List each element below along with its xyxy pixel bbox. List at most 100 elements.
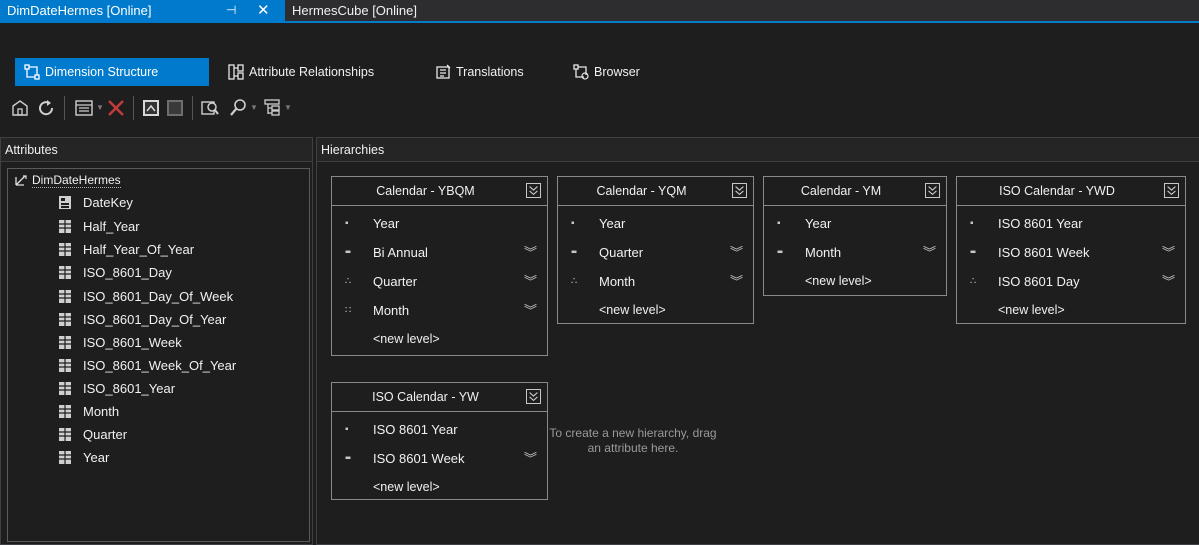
find-icon[interactable] [228, 98, 248, 118]
dimension-name: DimDateHermes [32, 173, 121, 188]
level-expand-icon[interactable]: ︾ [730, 238, 743, 267]
attribute-item[interactable]: ISO_8601_Week [58, 331, 182, 354]
level-icon: ▪▪ [970, 247, 976, 258]
explore-data-icon[interactable] [200, 98, 220, 118]
new-level[interactable]: <new level> [332, 473, 547, 502]
new-level-label: <new level> [998, 303, 1065, 317]
attribute-item[interactable]: Year [58, 446, 109, 469]
new-level[interactable]: <new level> [957, 296, 1185, 325]
hierarchy-card[interactable]: ISO Calendar - YWD ▪ ISO 8601 Year ▪▪ ISO 86… [956, 176, 1186, 324]
close-icon[interactable]: ✕ [257, 0, 270, 21]
pin-icon[interactable]: ⊣ [226, 0, 236, 21]
find-dropdown-icon[interactable]: ▼ [250, 103, 258, 112]
hierarchy-level[interactable]: ▪▪ ISO 8601 Week ︾ [957, 238, 1185, 267]
translations-icon [436, 64, 451, 79]
attribute-item[interactable]: ISO_8601_Year [58, 377, 175, 400]
hierarchy-level[interactable]: ▪▪ Month ︾ [764, 238, 946, 267]
level-expand-icon[interactable]: ︾ [1162, 267, 1175, 296]
hierarchy-header[interactable]: Calendar - YBQM [332, 177, 547, 206]
show-table-icon[interactable] [74, 98, 94, 118]
collapse-icon[interactable] [526, 183, 541, 198]
doc-tab-hermescube[interactable]: HermesCube [Online] [285, 0, 485, 21]
level-name: Quarter [373, 274, 418, 289]
tab-label: Dimension Structure [45, 65, 159, 79]
hierarchy-level[interactable]: ▪ Year [558, 209, 753, 238]
hierarchy-level[interactable]: ▪ ISO 8601 Year [332, 415, 547, 444]
show-table-dropdown-icon[interactable]: ▼ [96, 103, 104, 112]
level-name: Bi Annual [373, 245, 428, 260]
attribute-item[interactable]: Month [58, 400, 119, 423]
attribute-item[interactable]: Quarter [58, 423, 127, 446]
new-level[interactable]: <new level> [558, 296, 753, 325]
level-icon: ▪▪ [345, 247, 351, 258]
hierarchy-level[interactable]: ▪▪ Bi Annual ︾ [332, 238, 547, 267]
attribute-item[interactable]: DateKey [58, 191, 133, 214]
level-name: Month [805, 245, 842, 260]
level-expand-icon[interactable]: ︾ [1162, 238, 1175, 267]
attribute-item[interactable]: Half_Year_Of_Year [58, 238, 194, 261]
hierarchy-header[interactable]: ISO Calendar - YW [332, 383, 547, 412]
tab-attribute-relationships[interactable]: Attribute Relationships [219, 58, 426, 86]
hierarchy-level[interactable]: ▪▪ ISO 8601 Week ︾ [332, 444, 547, 473]
hierarchy-card[interactable]: Calendar - YQM ▪ Year ▪▪ Quarter ︾ ∴ Month ︾ <new… [557, 176, 754, 324]
delete-icon[interactable] [106, 98, 126, 118]
hierarchy-title: ISO Calendar - YW [372, 390, 479, 404]
attribute-item[interactable]: ISO_8601_Day_Of_Year [58, 308, 226, 331]
tab-translations[interactable]: Translations [426, 58, 560, 86]
document-tab-strip: DimDateHermes [Online] ⊣ ✕ HermesCube [O… [0, 0, 1199, 23]
attribute-item[interactable]: ISO_8601_Day_Of_Week [58, 285, 233, 308]
hierarchy-header[interactable]: Calendar - YQM [558, 177, 753, 206]
attribute-item[interactable]: ISO_8601_Week_Of_Year [58, 354, 236, 377]
dimension-root[interactable]: DimDateHermes [12, 171, 121, 189]
attribute-icon [59, 336, 71, 349]
tree-view-icon[interactable] [262, 98, 282, 118]
level-icon: ▪ [345, 424, 348, 435]
hierarchy-level[interactable]: ▪▪ Quarter ︾ [558, 238, 753, 267]
doc-tab-dimdatehermes[interactable]: DimDateHermes [Online] ⊣ ✕ [0, 0, 285, 21]
hierarchy-header[interactable]: Calendar - YM [764, 177, 946, 206]
new-level[interactable]: <new level> [332, 325, 547, 354]
hierarchy-card[interactable]: ISO Calendar - YW ▪ ISO 8601 Year ▪▪ ISO 860… [331, 382, 548, 500]
collapse-icon[interactable] [732, 183, 747, 198]
level-expand-icon[interactable]: ︾ [524, 238, 537, 267]
hierarchy-level[interactable]: ▪ Year [764, 209, 946, 238]
level-icon: ▪ [571, 218, 574, 229]
level-expand-icon[interactable]: ︾ [730, 267, 743, 296]
hierarchy-level[interactable]: ∷ Month ︾ [332, 296, 547, 325]
attribute-grid-icon[interactable] [141, 98, 161, 118]
hierarchy-level[interactable]: ∴ ISO 8601 Day ︾ [957, 267, 1185, 296]
collapse-icon[interactable] [526, 389, 541, 404]
collapse-icon[interactable] [925, 183, 940, 198]
new-level[interactable]: <new level> [764, 267, 946, 296]
doc-tab-label: DimDateHermes [Online] [7, 3, 152, 18]
tree-view-dropdown-icon[interactable]: ▼ [284, 103, 292, 112]
attribute-name: DateKey [83, 195, 133, 210]
level-expand-icon[interactable]: ︾ [524, 444, 537, 473]
hierarchy-header[interactable]: ISO Calendar - YWD [957, 177, 1185, 206]
tab-dimension-structure[interactable]: Dimension Structure [15, 58, 209, 86]
tab-browser[interactable]: Browser [564, 58, 674, 86]
attribute-item[interactable]: Half_Year [58, 215, 140, 238]
process-icon[interactable] [10, 98, 30, 118]
attributes-tree[interactable]: DimDateHermes DateKey Half_Year Half_Year_… [7, 168, 310, 542]
hierarchy-level[interactable]: ∴ Month ︾ [558, 267, 753, 296]
level-expand-icon[interactable]: ︾ [524, 296, 537, 325]
doc-tab-label: HermesCube [Online] [292, 3, 417, 18]
collapse-icon[interactable] [1164, 183, 1179, 198]
hide-table-icon[interactable] [165, 98, 185, 118]
level-icon: ▪▪ [571, 247, 577, 258]
hierarchy-card[interactable]: Calendar - YBQM ▪ Year ▪▪ Bi Annual ︾ ∴ Quarter… [331, 176, 548, 356]
level-expand-icon[interactable]: ︾ [524, 267, 537, 296]
level-expand-icon[interactable]: ︾ [923, 238, 936, 267]
hierarchy-level[interactable]: ∴ Quarter ︾ [332, 267, 547, 296]
attribute-item[interactable]: ISO_8601_Day [58, 261, 172, 284]
attribute-name: ISO_8601_Week [83, 335, 182, 350]
attributes-panel: Attributes DimDateHermes DateKey Half_Yea… [0, 137, 313, 545]
toolbar-separator [64, 96, 65, 120]
hierarchy-card[interactable]: Calendar - YM ▪ Year ▪▪ Month ︾ <new level> [763, 176, 947, 296]
hierarchy-level[interactable]: ▪ ISO 8601 Year [957, 209, 1185, 238]
refresh-icon[interactable] [36, 98, 56, 118]
attribute-relationships-icon [228, 64, 244, 80]
hierarchy-level[interactable]: ▪ Year [332, 209, 547, 238]
hierarchy-title: Calendar - YBQM [376, 184, 475, 198]
